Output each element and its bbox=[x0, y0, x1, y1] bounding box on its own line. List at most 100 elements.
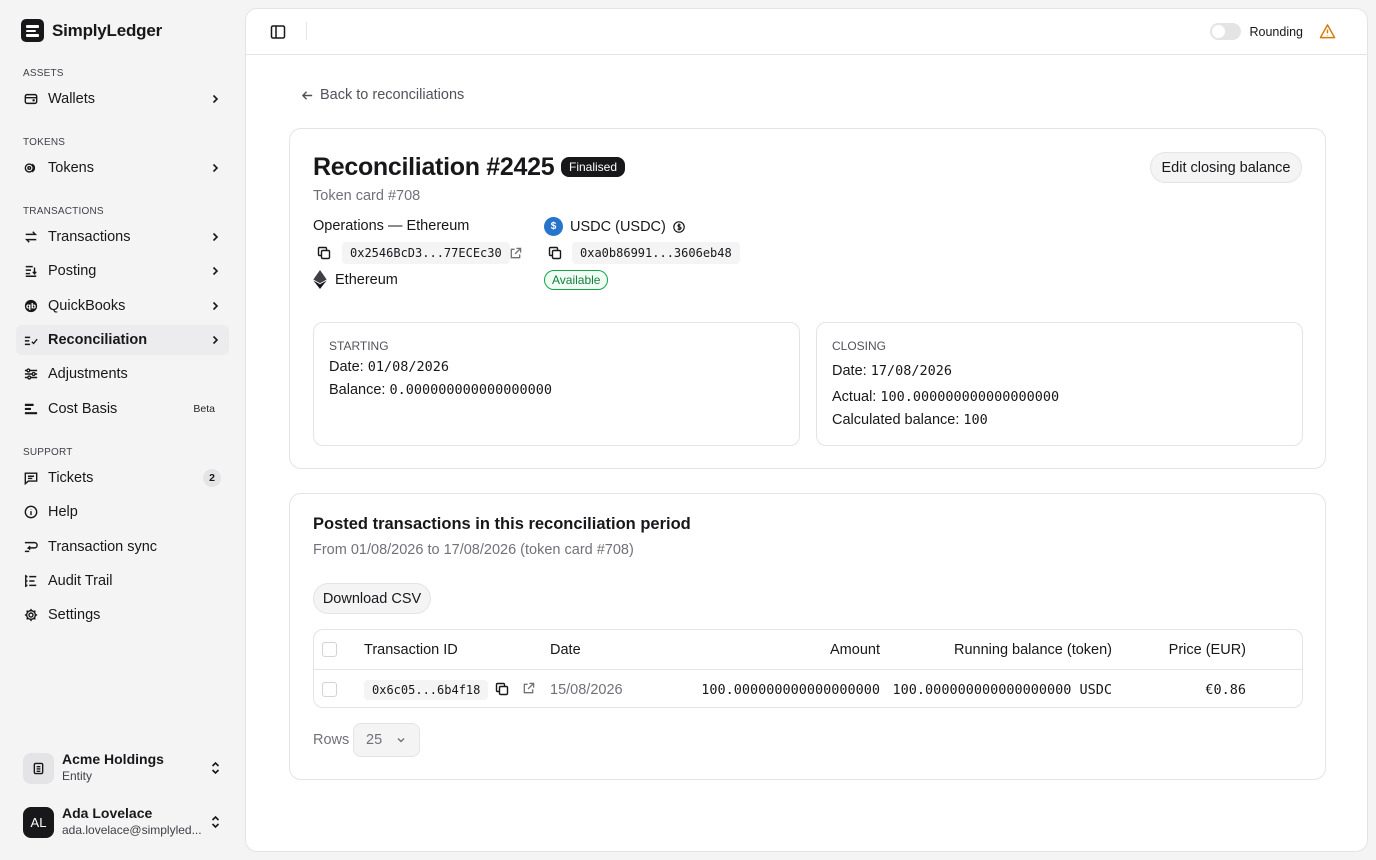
sidebar-item-label: Tokens bbox=[48, 160, 94, 176]
select-all-checkbox[interactable] bbox=[322, 642, 337, 657]
wallet-address: 0x2546BcD3...77ECEc30 bbox=[342, 242, 510, 264]
closing-date: Date: 17/08/2026 bbox=[832, 363, 952, 379]
starting-date: Date: 01/08/2026 bbox=[329, 359, 449, 375]
sidebar-item-label: Wallets bbox=[48, 91, 95, 107]
rounding-switch[interactable] bbox=[1210, 23, 1242, 40]
back-link-label: Back to reconciliations bbox=[320, 87, 465, 103]
copy-icon[interactable] bbox=[495, 682, 509, 696]
price-cell: €0.86 bbox=[1205, 681, 1246, 698]
building-icon bbox=[23, 752, 54, 784]
token-name: USDC (USDC) bbox=[570, 218, 666, 235]
token-label: $ USDC (USDC) bbox=[544, 217, 685, 236]
chevron-right-icon bbox=[212, 163, 219, 173]
column-header-running-balance[interactable]: Running balance (token) bbox=[912, 630, 1112, 669]
sidebar-item-label: Help bbox=[48, 504, 78, 520]
sidebar-item-adjustments[interactable]: Adjustments bbox=[16, 359, 229, 389]
column-header-price[interactable]: Price (EUR) bbox=[1144, 630, 1246, 669]
arrows-swap-icon bbox=[24, 231, 38, 243]
running-balance-cell: 100.000000000000000000 USDC bbox=[892, 681, 1112, 698]
beta-badge: Beta bbox=[193, 403, 215, 415]
chain-name: Ethereum bbox=[335, 271, 398, 288]
rounding-toggle[interactable]: Rounding bbox=[1210, 23, 1303, 40]
tickets-count-badge: 2 bbox=[203, 469, 221, 487]
rows-per-page-select[interactable]: 25 bbox=[353, 723, 420, 757]
sidebar-item-settings[interactable]: Settings bbox=[16, 600, 229, 630]
chevrons-up-down-icon bbox=[211, 761, 220, 775]
chain-label: Ethereum bbox=[313, 270, 398, 289]
message-square-icon bbox=[24, 472, 38, 485]
chevron-right-icon bbox=[212, 301, 219, 311]
token-status-badge: Available bbox=[544, 270, 609, 290]
table-row: 0x6c05...6b4f18 15/08/2026 100.000000000… bbox=[314, 669, 1302, 708]
coins-icon bbox=[24, 163, 36, 173]
wallet-label: Operations — Ethereum bbox=[313, 218, 470, 234]
back-link[interactable]: Back to reconciliations bbox=[301, 87, 464, 103]
sidebar-item-transactions[interactable]: Transactions bbox=[16, 222, 229, 252]
sidebar-item-posting[interactable]: Posting bbox=[16, 256, 229, 286]
ethereum-icon bbox=[313, 270, 327, 289]
entity-type: Entity bbox=[62, 769, 93, 783]
column-header-amount[interactable]: Amount bbox=[774, 630, 880, 669]
topbar: Rounding bbox=[246, 9, 1367, 55]
section-subtitle: From 01/08/2026 to 17/08/2026 (token car… bbox=[313, 542, 634, 558]
starting-heading: Starting bbox=[329, 339, 389, 353]
sidebar-item-label: Transaction sync bbox=[48, 539, 158, 555]
edit-closing-balance-button[interactable]: Edit closing balance bbox=[1150, 152, 1302, 183]
closing-actual: Actual: 100.000000000000000000 bbox=[832, 389, 1060, 405]
starting-balance: Balance: 0.000000000000000000 bbox=[329, 382, 553, 398]
column-header-date[interactable]: Date bbox=[550, 630, 581, 669]
section-label-support: Support bbox=[23, 447, 73, 458]
chevron-right-icon bbox=[212, 232, 219, 242]
external-link-icon[interactable] bbox=[509, 247, 522, 260]
copy-icon[interactable] bbox=[548, 246, 562, 260]
sidebar-item-label: Settings bbox=[48, 607, 101, 623]
list-check-icon bbox=[24, 336, 38, 346]
rows-per-page-value: 25 bbox=[366, 732, 383, 748]
main-panel: Rounding Back to reconciliations Reconci… bbox=[245, 8, 1368, 852]
sidebar-item-wallets[interactable]: Wallets bbox=[16, 84, 229, 114]
user-menu[interactable]: AL Ada Lovelace ada.lovelace@simplyled..… bbox=[16, 799, 229, 845]
usdc-icon: $ bbox=[544, 217, 563, 236]
entity-switcher[interactable]: Acme Holdings Entity bbox=[16, 745, 229, 791]
sidebar-item-cost-basis[interactable]: Cost Basis Beta bbox=[16, 394, 229, 424]
sidebar-item-quickbooks[interactable]: qb QuickBooks bbox=[16, 291, 229, 321]
rows-label: Rows bbox=[313, 732, 350, 748]
sidebar-item-label: Audit Trail bbox=[48, 573, 113, 589]
sidebar-item-tickets[interactable]: Tickets 2 bbox=[16, 463, 229, 493]
info-icon bbox=[24, 505, 38, 519]
amount-cell: 100.000000000000000000 bbox=[701, 681, 880, 698]
rounding-label: Rounding bbox=[1249, 24, 1303, 39]
dollar-circle-icon bbox=[673, 220, 685, 233]
alert-triangle-icon[interactable] bbox=[1319, 23, 1336, 40]
sidebar-item-help[interactable]: Help bbox=[16, 497, 229, 527]
section-title: Posted transactions in this reconciliati… bbox=[313, 515, 691, 533]
posted-transactions-card: Posted transactions in this reconciliati… bbox=[289, 493, 1326, 780]
panel-left-icon[interactable] bbox=[270, 24, 286, 40]
arrow-left-icon bbox=[301, 90, 313, 100]
sidebar-item-audit-trail[interactable]: Audit Trail bbox=[16, 566, 229, 596]
transactions-table: Transaction ID Date Amount Running balan… bbox=[313, 629, 1303, 708]
transaction-id-cell: 0x6c05...6b4f18 bbox=[364, 670, 489, 709]
list-download-icon bbox=[25, 265, 37, 277]
copy-icon[interactable] bbox=[317, 246, 331, 260]
section-label-transactions: Transactions bbox=[23, 206, 104, 217]
sidebar-item-label: Posting bbox=[48, 263, 97, 279]
entity-name: Acme Holdings bbox=[62, 751, 164, 767]
download-csv-button[interactable]: Download CSV bbox=[313, 583, 431, 614]
row-checkbox[interactable] bbox=[322, 682, 337, 697]
external-link-icon[interactable] bbox=[522, 682, 535, 695]
sidebar-item-transaction-sync[interactable]: Transaction sync bbox=[16, 532, 229, 562]
transaction-id: 0x6c05...6b4f18 bbox=[364, 679, 489, 700]
app-name: SimplyLedger bbox=[52, 20, 163, 40]
reconciliation-card: Reconciliation #2425 Finalised Edit clos… bbox=[289, 128, 1326, 469]
date-cell: 15/08/2026 bbox=[550, 681, 623, 698]
column-header-id[interactable]: Transaction ID bbox=[364, 630, 458, 669]
closing-heading: Closing bbox=[832, 339, 887, 353]
list-tree-icon bbox=[25, 574, 37, 588]
sidebar-item-reconciliation[interactable]: Reconciliation bbox=[16, 325, 229, 355]
user-name: Ada Lovelace bbox=[62, 805, 153, 821]
sidebar-item-tokens[interactable]: Tokens bbox=[16, 153, 229, 183]
chevron-right-icon bbox=[212, 94, 219, 104]
section-label-assets: Assets bbox=[23, 68, 64, 79]
app-logo[interactable]: SimplyLedger bbox=[21, 19, 162, 42]
